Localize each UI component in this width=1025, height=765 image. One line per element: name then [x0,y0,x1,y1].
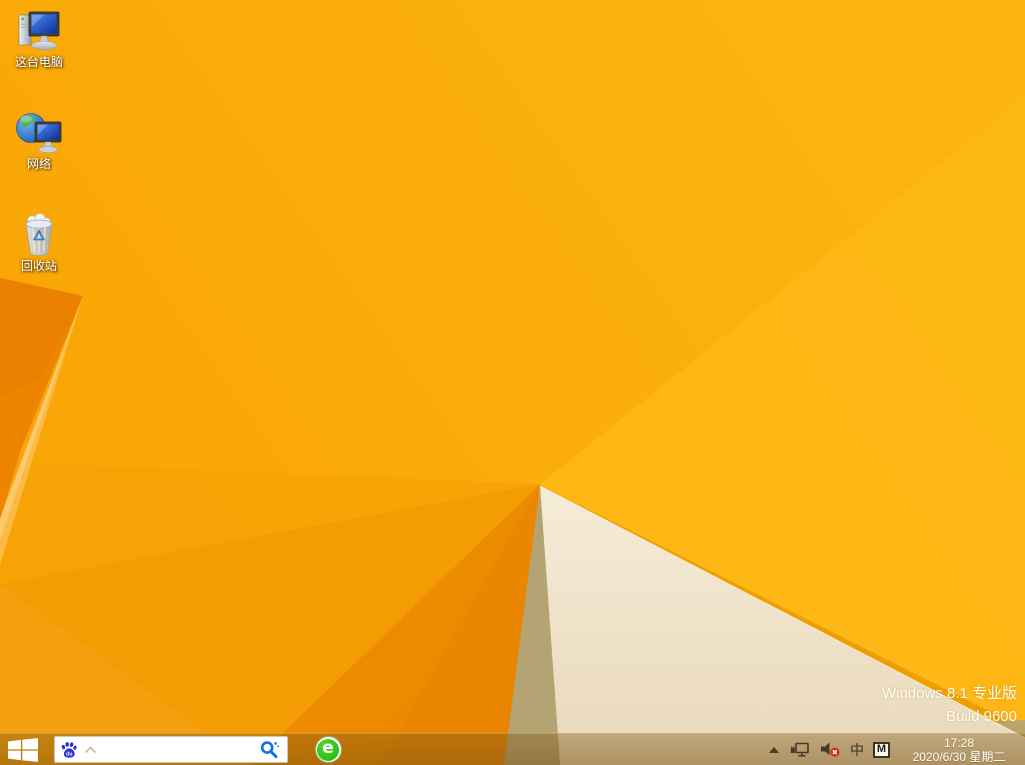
ime-language-indicator[interactable]: 中 [850,743,864,757]
network-icon [15,108,63,156]
volume-muted-icon[interactable] [819,741,841,758]
taskbar-search-box[interactable]: du [54,736,288,763]
browser-e-icon: e [315,736,342,763]
desktop-icon-label: 回收站 [21,260,57,273]
start-button[interactable] [0,734,46,765]
show-hidden-icons-button[interactable] [769,747,779,753]
browser-taskbar-button[interactable]: e [306,734,350,765]
clock-date: 2020/6/30 星期二 [913,750,1006,764]
desktop-icon-this-pc[interactable]: 这台电脑 [6,6,72,69]
wallpaper-image [0,0,1025,765]
desktop-surface: 这台电脑 网络 [0,0,1025,765]
ime-mode-indicator[interactable]: M [873,742,890,758]
watermark-edition: Windows 8.1 专业版 [882,682,1017,705]
taskbar-clock[interactable]: 17:28 2020/6/30 星期二 [899,736,1019,764]
windows-logo-icon [8,738,38,762]
network-status-icon[interactable] [790,742,810,758]
desktop-icon-recycle-bin[interactable]: 回收站 [6,210,72,273]
this-pc-icon [15,6,63,54]
desktop-icon-label: 网络 [27,158,51,171]
baidu-logo-icon: du [60,741,78,759]
watermark-build: Build 9600 [882,705,1017,728]
search-magnifier-icon[interactable] [260,740,280,760]
windows-version-watermark: Windows 8.1 专业版 Build 9600 [882,682,1017,728]
taskbar: du e [0,733,1025,765]
notification-area: 中 M 17:28 2020/6/30 星期二 [769,734,1025,765]
desktop-icon-network[interactable]: 网络 [6,108,72,171]
svg-text:du: du [66,751,72,757]
recycle-bin-icon [15,210,63,258]
collapse-chevron-icon[interactable] [84,746,97,754]
clock-time: 17:28 [944,736,974,750]
desktop-icon-label: 这台电脑 [15,56,63,69]
taskbar-search-input[interactable] [97,743,260,757]
